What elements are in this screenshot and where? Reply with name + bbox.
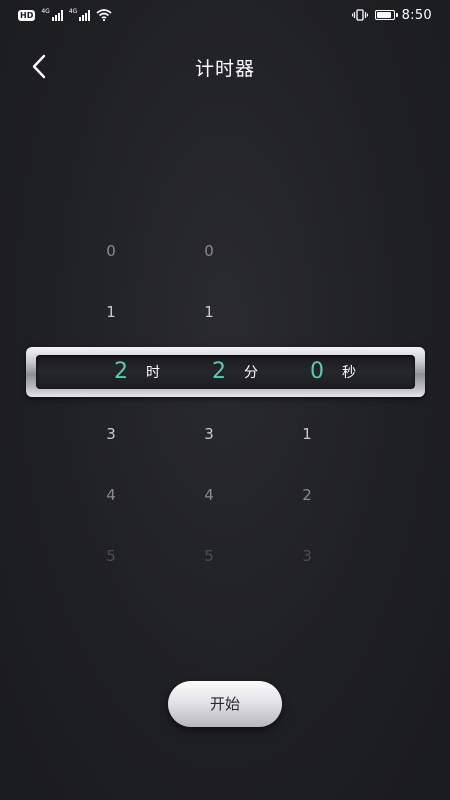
selected-seconds: 0 bbox=[310, 359, 324, 384]
picker-option[interactable]: 0 bbox=[81, 236, 141, 266]
picker-option[interactable]: 3 bbox=[179, 419, 239, 449]
status-time: 8:50 bbox=[401, 7, 432, 23]
picker-option[interactable]: 3 bbox=[81, 419, 141, 449]
selected-hours: 2 bbox=[114, 359, 128, 384]
page-title: 计时器 bbox=[194, 58, 255, 80]
cell-signal-icon: 4G bbox=[41, 8, 63, 21]
status-bar: HD 4G 4G 8:50 bbox=[0, 0, 450, 30]
selection-frame: 2 时 2 分 0 秒 bbox=[26, 347, 425, 397]
signal-type-label: 4G bbox=[68, 8, 78, 15]
picker-option[interactable]: 1 bbox=[81, 297, 141, 327]
start-button[interactable]: 开始 bbox=[168, 681, 282, 727]
minutes-picker[interactable]: 0 1 3 4 5 bbox=[179, 220, 239, 590]
picker-option[interactable]: 2 bbox=[277, 480, 337, 510]
minutes-unit-label: 分 bbox=[244, 365, 258, 381]
signal-type-label: 4G bbox=[41, 8, 50, 15]
hours-picker[interactable]: 0 1 3 4 5 bbox=[81, 220, 141, 590]
picker-option[interactable]: 4 bbox=[179, 480, 239, 510]
vibrate-icon bbox=[351, 9, 368, 21]
battery-icon bbox=[374, 10, 398, 20]
picker-option[interactable]: 3 bbox=[277, 541, 337, 571]
seconds-unit-label: 秒 bbox=[342, 365, 356, 381]
timer-screen: HD 4G 4G 8:50 计时器 0 1 3 4 5 0 1 3 4 5 1 … bbox=[0, 0, 450, 800]
picker-option[interactable]: 0 bbox=[179, 236, 239, 266]
picker-option[interactable]: 1 bbox=[277, 419, 337, 449]
hours-unit-label: 时 bbox=[146, 365, 160, 381]
battery-level bbox=[376, 12, 391, 18]
status-right: 8:50 bbox=[351, 6, 432, 24]
cell-signal-icon: 4G bbox=[68, 8, 91, 21]
hd-badge: HD bbox=[18, 9, 36, 21]
picker-option[interactable]: 5 bbox=[81, 541, 141, 571]
picker-option[interactable]: 4 bbox=[81, 480, 141, 510]
selected-minutes: 2 bbox=[212, 359, 226, 384]
seconds-picker[interactable]: 1 2 3 bbox=[277, 220, 337, 590]
status-left: HD 4G 4G bbox=[18, 7, 112, 23]
selection-display: 2 时 2 分 0 秒 bbox=[36, 355, 415, 389]
wifi-icon bbox=[96, 9, 112, 21]
picker-option[interactable]: 1 bbox=[179, 297, 239, 327]
picker-option[interactable]: 5 bbox=[179, 541, 239, 571]
